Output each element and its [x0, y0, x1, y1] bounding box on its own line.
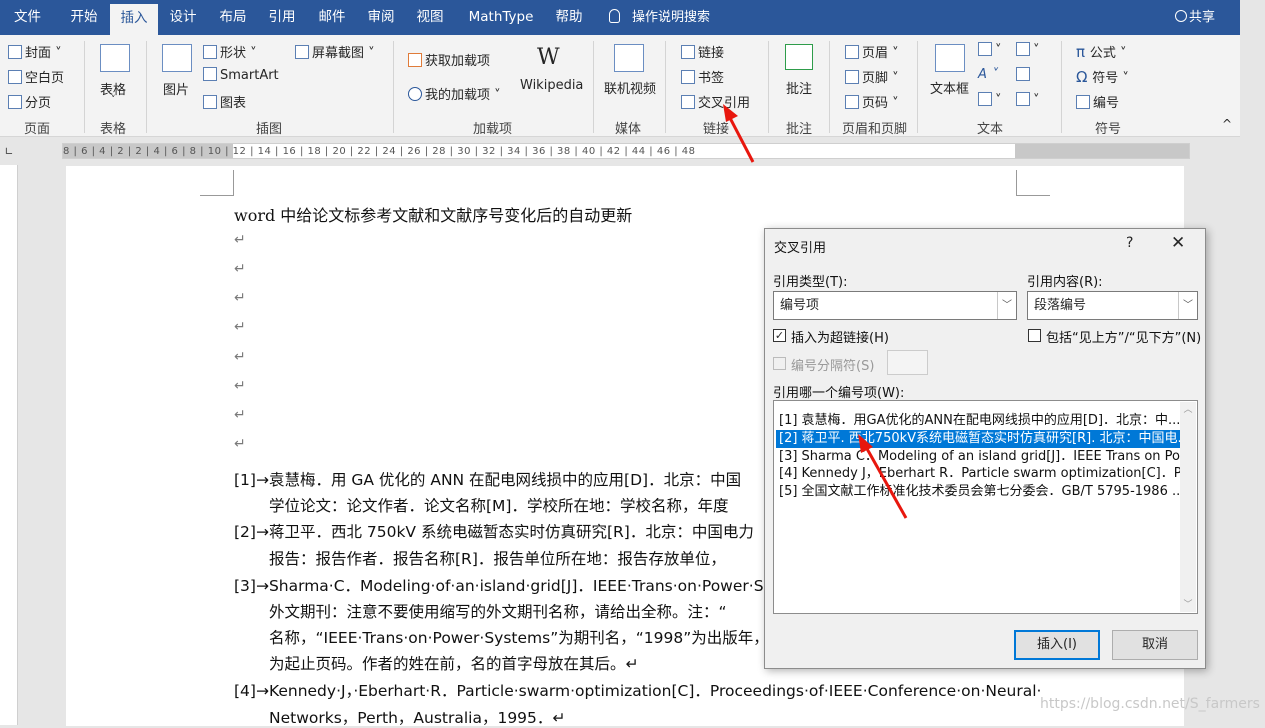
arrow-to-cross-reference: [723, 104, 755, 163]
annotation-arrows: [723, 104, 908, 519]
watermark: https://blog.csdn.net/S_farmers: [1040, 696, 1260, 712]
arrow-to-selected-item: [858, 434, 908, 519]
